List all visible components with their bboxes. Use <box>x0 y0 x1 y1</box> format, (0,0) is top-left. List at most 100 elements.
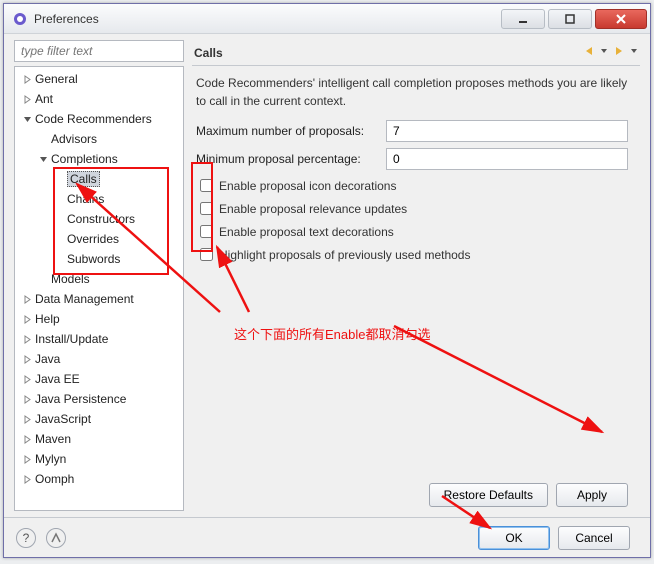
footer: ? OK Cancel <box>4 517 650 557</box>
filter-input[interactable] <box>14 40 184 62</box>
chevron-right-icon[interactable] <box>21 73 33 85</box>
window-title: Preferences <box>34 12 501 26</box>
tree-item[interactable]: Constructors <box>15 209 183 229</box>
tree-item-label: Mylyn <box>35 452 66 466</box>
app-icon <box>12 11 28 27</box>
tree-item[interactable]: Install/Update <box>15 329 183 349</box>
chevron-right-icon[interactable] <box>21 313 33 325</box>
panel-title: Calls <box>192 46 223 60</box>
tree-item-label: Chains <box>67 192 104 206</box>
preferences-tree[interactable]: General Ant Code Recommenders Advisors Compl… <box>14 66 184 511</box>
checkbox[interactable] <box>200 179 213 192</box>
tree-item-label: Ant <box>35 92 53 106</box>
preferences-window: Preferences General Ant Code Recommenders A… <box>3 3 651 558</box>
tree-item[interactable]: Completions <box>15 149 183 169</box>
max-proposals-row: Maximum number of proposals: <box>196 120 636 142</box>
tree-item[interactable]: Mylyn <box>15 449 183 469</box>
back-icon[interactable] <box>582 44 596 61</box>
tree-item-label: Calls <box>67 171 100 187</box>
tree-item[interactable]: Help <box>15 309 183 329</box>
checkbox-label: Highlight proposals of previously used m… <box>219 248 470 262</box>
nav-icons <box>582 44 640 61</box>
tree-item-label: Overrides <box>67 232 119 246</box>
checkbox-row: Enable proposal relevance updates <box>196 199 636 218</box>
tree-item-label: Constructors <box>67 212 135 226</box>
tree-item[interactable]: Calls <box>15 169 183 189</box>
checkbox-row: Enable proposal text decorations <box>196 222 636 241</box>
chevron-right-icon[interactable] <box>21 473 33 485</box>
tree-item-label: Java EE <box>35 372 80 386</box>
chevron-right-icon[interactable] <box>21 453 33 465</box>
tree-item-label: Install/Update <box>35 332 108 346</box>
checkbox-label: Enable proposal relevance updates <box>219 202 407 216</box>
tree-item[interactable]: Oomph <box>15 469 183 489</box>
max-proposals-label: Maximum number of proposals: <box>196 124 386 138</box>
close-button[interactable] <box>595 9 647 29</box>
chevron-down-icon[interactable] <box>21 113 33 125</box>
body: General Ant Code Recommenders Advisors Compl… <box>4 34 650 517</box>
left-panel: General Ant Code Recommenders Advisors Compl… <box>14 40 184 511</box>
tree-item[interactable]: Code Recommenders <box>15 109 183 129</box>
tree-item-label: Advisors <box>51 132 97 146</box>
checkbox[interactable] <box>200 225 213 238</box>
chevron-right-icon[interactable] <box>21 333 33 345</box>
checkbox-row: Enable proposal icon decorations <box>196 176 636 195</box>
chevron-right-icon[interactable] <box>21 353 33 365</box>
checkbox-label: Enable proposal icon decorations <box>219 179 396 193</box>
tree-item[interactable]: Advisors <box>15 129 183 149</box>
tree-item-label: Code Recommenders <box>35 112 152 126</box>
annotation-arrow-3 <box>392 324 612 444</box>
maximize-button[interactable] <box>548 9 592 29</box>
chevron-right-icon[interactable] <box>21 433 33 445</box>
tree-item-label: Completions <box>51 152 118 166</box>
tree-item[interactable]: General <box>15 69 183 89</box>
tree-item-label: Java <box>35 352 60 366</box>
chevron-right-icon[interactable] <box>21 373 33 385</box>
back-menu-icon[interactable] <box>600 44 608 61</box>
panel-header: Calls <box>192 40 640 66</box>
tree-item-label: Data Management <box>35 292 134 306</box>
tree-item[interactable]: Data Management <box>15 289 183 309</box>
forward-icon[interactable] <box>612 44 626 61</box>
tree-item[interactable]: Subwords <box>15 249 183 269</box>
tree-item-label: Oomph <box>35 472 74 486</box>
right-panel: Calls Code Recommenders' intelligent cal… <box>192 40 640 511</box>
checkbox-label: Enable proposal text decorations <box>219 225 394 239</box>
min-percentage-label: Minimum proposal percentage: <box>196 152 386 166</box>
titlebar[interactable]: Preferences <box>4 4 650 34</box>
panel-button-row: Restore Defaults Apply <box>421 479 636 511</box>
tree-item-label: General <box>35 72 78 86</box>
forward-menu-icon[interactable] <box>630 44 638 61</box>
minimize-button[interactable] <box>501 9 545 29</box>
min-percentage-row: Minimum proposal percentage: <box>196 148 636 170</box>
tree-item[interactable]: Ant <box>15 89 183 109</box>
tree-item[interactable]: Overrides <box>15 229 183 249</box>
tree-item[interactable]: Java EE <box>15 369 183 389</box>
panel-description: Code Recommenders' intelligent call comp… <box>196 74 636 110</box>
tree-item[interactable]: Maven <box>15 429 183 449</box>
tree-item[interactable]: Models <box>15 269 183 289</box>
restore-defaults-button[interactable]: Restore Defaults <box>429 483 548 507</box>
chevron-down-icon[interactable] <box>37 153 49 165</box>
chevron-right-icon[interactable] <box>21 93 33 105</box>
tree-item[interactable]: Java Persistence <box>15 389 183 409</box>
tree-item-label: Help <box>35 312 60 326</box>
tree-item-label: Java Persistence <box>35 392 126 406</box>
ok-button[interactable]: OK <box>478 526 550 550</box>
chevron-right-icon[interactable] <box>21 413 33 425</box>
checkbox[interactable] <box>200 202 213 215</box>
apply-button[interactable]: Apply <box>556 483 628 507</box>
min-percentage-input[interactable] <box>386 148 628 170</box>
tree-item[interactable]: JavaScript <box>15 409 183 429</box>
panel-content: Code Recommenders' intelligent call comp… <box>192 66 640 511</box>
max-proposals-input[interactable] <box>386 120 628 142</box>
chevron-right-icon[interactable] <box>21 293 33 305</box>
tree-item-label: JavaScript <box>35 412 91 426</box>
import-export-icon[interactable] <box>46 528 66 548</box>
chevron-right-icon[interactable] <box>21 393 33 405</box>
tree-item[interactable]: Chains <box>15 189 183 209</box>
help-icon[interactable]: ? <box>16 528 36 548</box>
tree-item[interactable]: Java <box>15 349 183 369</box>
checkbox[interactable] <box>200 248 213 261</box>
cancel-button[interactable]: Cancel <box>558 526 630 550</box>
